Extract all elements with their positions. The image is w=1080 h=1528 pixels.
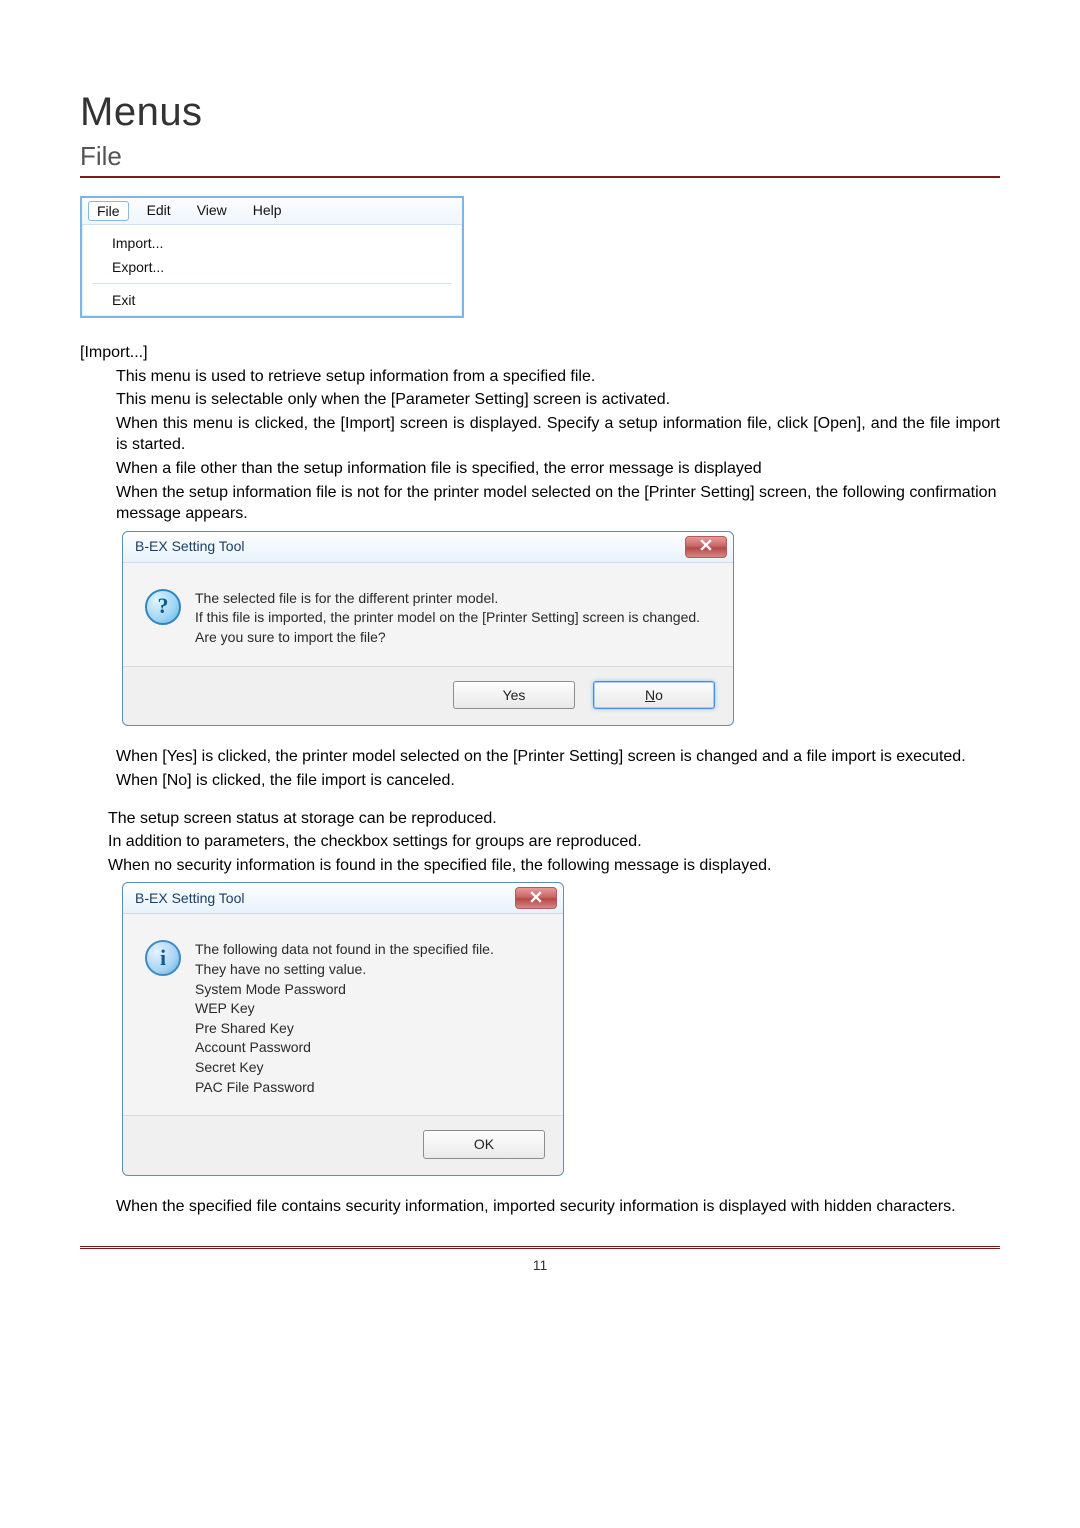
menu-view[interactable]: View [189, 201, 235, 221]
mid-text-1: The setup screen status at storage can b… [108, 808, 1000, 830]
import-desc-4: When a file other than the setup informa… [116, 458, 1000, 480]
after-confirm-1: When [Yes] is clicked, the printer model… [116, 746, 1000, 768]
menu-import[interactable]: Import... [82, 231, 462, 255]
dialog-title: B-EX Setting Tool [135, 537, 244, 556]
section-title: File [80, 141, 1000, 172]
info-line-4: WEP Key [195, 999, 494, 1019]
close-icon [700, 537, 712, 556]
close-button-2[interactable] [515, 887, 557, 909]
question-icon: ? [145, 589, 181, 625]
close-button[interactable] [685, 536, 727, 558]
dialog2-titlebar: B-EX Setting Tool [123, 883, 563, 914]
page-number: 11 [80, 1257, 1000, 1273]
after-confirm-2: When [No] is clicked, the file import is… [116, 770, 1000, 792]
after-info-1: When the specified file contains securit… [116, 1196, 1000, 1218]
no-button[interactable]: No [593, 681, 715, 710]
dialog-line-3: Are you sure to import the file? [195, 628, 700, 648]
yes-button[interactable]: Yes [453, 681, 575, 710]
section-divider [80, 176, 1000, 178]
info-line-3: System Mode Password [195, 980, 494, 1000]
info-line-6: Account Password [195, 1038, 494, 1058]
dialog2-message: The following data not found in the spec… [195, 940, 494, 1097]
dialog-message: The selected file is for the different p… [195, 589, 700, 648]
menu-file[interactable]: File [88, 201, 129, 221]
footer-divider [80, 1246, 1000, 1249]
menu-help[interactable]: Help [245, 201, 290, 221]
menu-separator [92, 283, 452, 284]
close-icon [530, 889, 542, 908]
menu-edit[interactable]: Edit [139, 201, 179, 221]
info-line-7: Secret Key [195, 1058, 494, 1078]
menu-export[interactable]: Export... [82, 255, 462, 279]
info-dialog: B-EX Setting Tool i The following data n… [122, 882, 564, 1176]
dialog-line-1: The selected file is for the different p… [195, 589, 700, 609]
menubar: File Edit View Help [82, 198, 462, 225]
page-title: Menus [80, 90, 1000, 135]
menu-exit[interactable]: Exit [82, 288, 462, 312]
import-desc-1: This menu is used to retrieve setup info… [116, 366, 1000, 388]
ok-button[interactable]: OK [423, 1130, 545, 1159]
menubar-screenshot: File Edit View Help Import... Export... … [80, 196, 464, 318]
dialog-titlebar: B-EX Setting Tool [123, 532, 733, 563]
import-desc-5: When the setup information file is not f… [116, 482, 1000, 525]
info-icon: i [145, 940, 181, 976]
info-line-2: They have no setting value. [195, 960, 494, 980]
import-heading: [Import...] [80, 342, 1000, 364]
dialog2-title: B-EX Setting Tool [135, 889, 244, 908]
import-desc-3: When this menu is clicked, the [Import] … [116, 413, 1000, 456]
info-line-8: PAC File Password [195, 1078, 494, 1098]
file-dropdown: Import... Export... Exit [82, 225, 462, 316]
info-line-5: Pre Shared Key [195, 1019, 494, 1039]
confirm-dialog: B-EX Setting Tool ? The selected file is… [122, 531, 734, 727]
mid-text-2: In addition to parameters, the checkbox … [108, 831, 1000, 853]
import-desc-2: This menu is selectable only when the [P… [116, 389, 1000, 411]
info-line-1: The following data not found in the spec… [195, 940, 494, 960]
mid-text-3: When no security information is found in… [108, 855, 1000, 877]
dialog-line-2: If this file is imported, the printer mo… [195, 608, 700, 628]
